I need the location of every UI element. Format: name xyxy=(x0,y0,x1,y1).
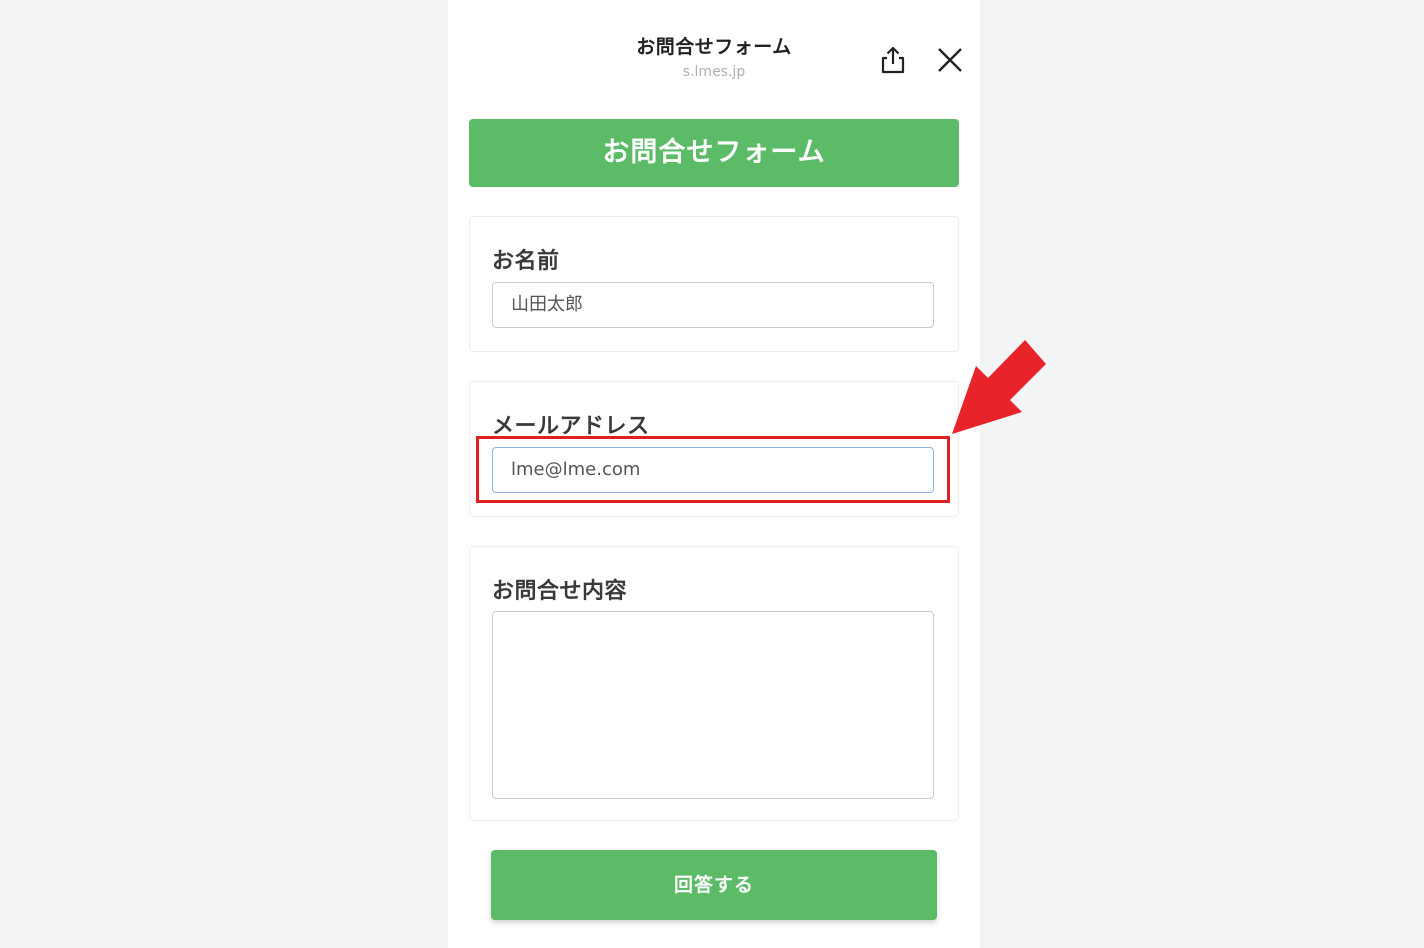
share-button[interactable] xyxy=(875,42,911,78)
inquiry-section: お問合せ内容 xyxy=(469,546,959,821)
name-section: お名前 山田太郎 xyxy=(469,216,959,352)
share-icon xyxy=(881,46,905,74)
form-title-banner: お問合せフォーム xyxy=(469,119,959,187)
name-input[interactable]: 山田太郎 xyxy=(492,282,934,328)
close-icon xyxy=(938,48,962,72)
close-button[interactable] xyxy=(932,42,968,78)
name-label: お名前 xyxy=(492,249,560,274)
submit-button[interactable]: 回答する xyxy=(491,850,937,920)
browser-top-bar: お問合せフォーム s.lmes.jp xyxy=(448,0,980,100)
inquiry-label: お問合せ内容 xyxy=(492,579,628,604)
email-highlight-box xyxy=(476,436,950,503)
arrow-icon xyxy=(952,340,1046,434)
inquiry-textarea[interactable] xyxy=(492,611,934,799)
